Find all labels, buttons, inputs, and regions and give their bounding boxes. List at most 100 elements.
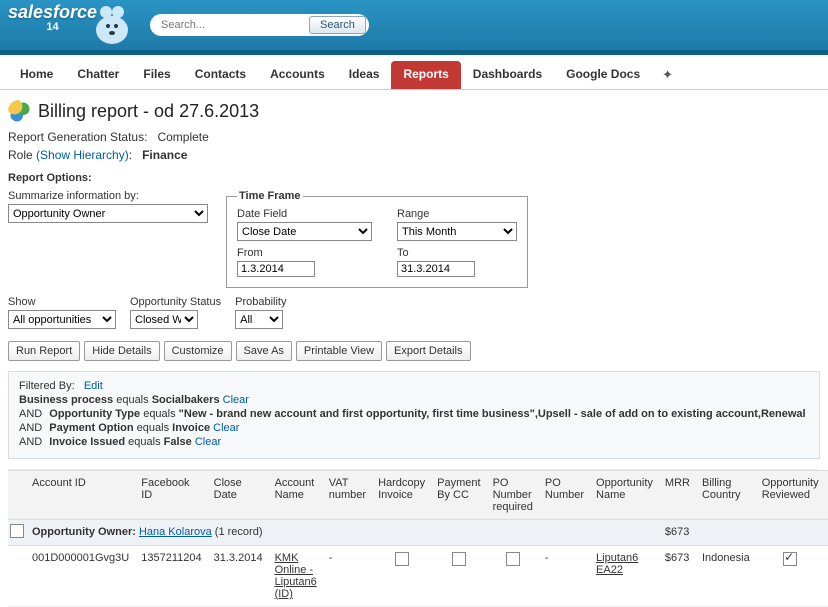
- col-account-name[interactable]: Account Name: [269, 471, 323, 520]
- col-facebook-id[interactable]: Facebook ID: [135, 471, 207, 520]
- cell-mrr: $673: [659, 546, 696, 607]
- mascot-icon: [88, 0, 136, 48]
- show-hierarchy-link[interactable]: (Show Hierarchy): [36, 148, 129, 162]
- probability-select[interactable]: All: [235, 310, 283, 329]
- group-mrr: $673: [659, 520, 696, 546]
- group-row: Opportunity Owner: Hana Kolarova (1 reco…: [8, 520, 828, 546]
- filter4-value: False: [164, 436, 192, 448]
- range-label: Range: [397, 208, 517, 220]
- col-hardcopy[interactable]: Hardcopy Invoice: [372, 471, 431, 520]
- tab-add-icon[interactable]: ✦: [652, 61, 683, 89]
- filter3-field: Payment Option: [49, 422, 133, 434]
- col-mrr[interactable]: MRR: [659, 471, 696, 520]
- filter3-clear-link[interactable]: Clear: [213, 422, 239, 434]
- probability-label: Probability: [235, 296, 287, 308]
- top-bar: salesforce 14 Search: [0, 0, 828, 55]
- show-select[interactable]: All opportunities: [8, 310, 116, 329]
- opp-status-select[interactable]: Closed Won: [130, 310, 198, 329]
- filter2-value: "New - brand new account and first oppor…: [179, 408, 809, 420]
- summarize-label: Summarize information by:: [8, 190, 208, 202]
- search-input[interactable]: [153, 16, 309, 34]
- range-select[interactable]: This Month: [397, 222, 517, 241]
- cell-account-name-link[interactable]: KMK Online - Liputan6 (ID): [275, 552, 317, 600]
- col-account-id[interactable]: Account ID: [26, 471, 135, 520]
- time-frame-legend: Time Frame: [237, 190, 303, 202]
- tab-reports[interactable]: Reports: [391, 61, 460, 89]
- from-input[interactable]: [237, 261, 315, 277]
- cell-account-id: 001D000001Gvg3U: [26, 546, 135, 607]
- page-title: Billing report - od 27.6.2013: [38, 101, 259, 122]
- tab-contacts[interactable]: Contacts: [183, 61, 258, 89]
- logo-subtext: 14: [8, 21, 97, 33]
- customize-button[interactable]: Customize: [164, 341, 232, 361]
- filter-box: Filtered By: Edit Business process equal…: [8, 371, 820, 459]
- from-label: From: [237, 247, 387, 259]
- tab-files[interactable]: Files: [131, 61, 182, 89]
- cell-paymentcc-checkbox[interactable]: [452, 552, 466, 566]
- col-po-required[interactable]: PO Number required: [487, 471, 539, 520]
- tab-accounts[interactable]: Accounts: [258, 61, 337, 89]
- tab-ideas[interactable]: Ideas: [337, 61, 392, 89]
- to-input[interactable]: [397, 261, 475, 277]
- col-close-date[interactable]: Close Date: [208, 471, 269, 520]
- time-frame-fieldset: Time Frame Date Field Close Date Range T…: [226, 190, 528, 288]
- cell-hardcopy-checkbox[interactable]: [395, 552, 409, 566]
- export-details-button[interactable]: Export Details: [386, 341, 470, 361]
- filter2-field: Opportunity Type: [49, 408, 140, 420]
- date-field-select[interactable]: Close Date: [237, 222, 372, 241]
- summarize-select[interactable]: Opportunity Owner: [8, 204, 208, 223]
- to-label: To: [397, 247, 517, 259]
- col-opp-reviewed[interactable]: Opportunity Reviewed: [756, 471, 825, 520]
- tab-dashboards[interactable]: Dashboards: [461, 61, 554, 89]
- filter-edit-link[interactable]: Edit: [84, 380, 103, 392]
- col-vat[interactable]: VAT number: [323, 471, 372, 520]
- table-header-row: Account ID Facebook ID Close Date Accoun…: [8, 471, 828, 520]
- group-count: (1 record): [215, 526, 263, 538]
- col-opp-name[interactable]: Opportunity Name: [590, 471, 659, 520]
- cell-billing-country: Indonesia: [696, 546, 756, 607]
- report-table: Account ID Facebook ID Close Date Accoun…: [8, 469, 820, 607]
- filtered-by-label: Filtered By:: [19, 380, 75, 392]
- report-options-label: Report Options:: [8, 172, 820, 184]
- report-icon: [8, 100, 30, 122]
- cell-vat: -: [323, 546, 372, 607]
- cell-oppreviewed-checkbox[interactable]: [783, 552, 797, 566]
- search-button[interactable]: Search: [309, 16, 366, 34]
- col-billing-country[interactable]: Billing Country: [696, 471, 756, 520]
- cell-po-number: -: [539, 546, 590, 607]
- gen-status-value: Complete: [157, 130, 208, 144]
- tab-chatter[interactable]: Chatter: [65, 61, 131, 89]
- group-label: Opportunity Owner:: [32, 526, 136, 538]
- logo: salesforce 14: [8, 2, 97, 33]
- tab-home[interactable]: Home: [8, 61, 65, 89]
- col-payment-cc[interactable]: Payment By CC: [431, 471, 486, 520]
- search-box: Search: [150, 14, 369, 36]
- filter3-value: Invoice: [172, 422, 210, 434]
- opp-status-label: Opportunity Status: [130, 296, 221, 308]
- group-checkbox[interactable]: [10, 524, 24, 538]
- nav-tabs: Home Chatter Files Contacts Accounts Ide…: [0, 55, 828, 90]
- gen-status-label: Report Generation Status:: [8, 130, 147, 144]
- filter1-clear-link[interactable]: Clear: [223, 394, 249, 406]
- cell-opp-name-link[interactable]: Liputan6 EA22: [596, 552, 638, 576]
- filter4-clear-link[interactable]: Clear: [195, 436, 221, 448]
- hide-details-button[interactable]: Hide Details: [84, 341, 159, 361]
- tab-google-docs[interactable]: Google Docs: [554, 61, 652, 89]
- filter1-field: Business process: [19, 394, 113, 406]
- cell-porequired-checkbox[interactable]: [506, 552, 520, 566]
- group-owner-link[interactable]: Hana Kolarova: [139, 526, 212, 538]
- printable-view-button[interactable]: Printable View: [296, 341, 382, 361]
- save-as-button[interactable]: Save As: [236, 341, 292, 361]
- role-label: Role: [8, 148, 33, 162]
- col-po-number[interactable]: PO Number: [539, 471, 590, 520]
- col-invoice-issued[interactable]: Invoice Issued: [825, 471, 828, 520]
- table-row: 001D000001Gvg3U 1357211204 31.3.2014 KMK…: [8, 546, 828, 607]
- cell-close-date: 31.3.2014: [208, 546, 269, 607]
- show-label: Show: [8, 296, 116, 308]
- logo-text: salesforce: [8, 2, 97, 22]
- filter1-value: Socialbakers: [152, 394, 220, 406]
- cell-facebook-id: 1357211204: [135, 546, 207, 607]
- run-report-button[interactable]: Run Report: [8, 341, 80, 361]
- date-field-label: Date Field: [237, 208, 387, 220]
- role-value: Finance: [142, 148, 187, 162]
